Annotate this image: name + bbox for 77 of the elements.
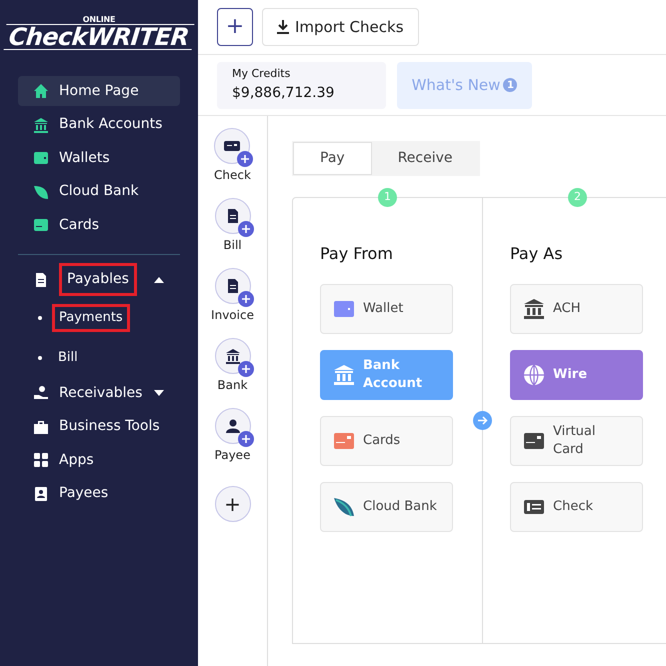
bullet-icon: [38, 356, 42, 360]
sidebar-label: Payees: [59, 484, 108, 503]
sidebar-label: Cards: [59, 216, 100, 234]
add-more-button[interactable]: +: [214, 486, 250, 522]
person-icon: [224, 418, 240, 434]
sidebar-label: Cloud Bank: [59, 182, 139, 201]
sidebar-label: Receivables: [59, 384, 142, 402]
check-icon: [224, 138, 240, 154]
download-icon: [277, 20, 289, 34]
plus-badge-icon: [238, 221, 254, 237]
bank-icon: [224, 348, 240, 364]
caret-icon[interactable]: [154, 276, 164, 282]
payment-option[interactable]: Wallet: [320, 284, 453, 334]
sidebar-label: Home Page: [59, 82, 139, 100]
payment-option[interactable]: Wire: [510, 350, 643, 400]
contact-book-icon: [33, 486, 49, 502]
import-checks-button[interactable]: Import Checks: [262, 8, 419, 46]
bank-icon: [523, 298, 545, 320]
sidebar-label: Bill: [58, 349, 78, 368]
payment-option[interactable]: Cloud Bank: [320, 482, 453, 532]
tab[interactable]: Pay: [293, 142, 372, 175]
card-icon: [33, 217, 49, 233]
wallet-icon: [333, 298, 355, 320]
arrow-right-icon: [473, 411, 492, 430]
plus-badge-icon: [238, 291, 254, 307]
bank-icon: [333, 364, 355, 386]
tab[interactable]: Receive: [372, 142, 478, 175]
card-icon: [333, 430, 355, 452]
sidebar-item[interactable]: Cards: [18, 210, 180, 240]
sidebar-item[interactable]: Bank Accounts: [18, 110, 180, 140]
bullet-icon: [38, 316, 42, 320]
step-title: Pay As: [510, 243, 564, 265]
add-button[interactable]: +: [217, 8, 253, 46]
hand-coin-icon: [33, 385, 49, 401]
caret-icon[interactable]: [154, 390, 164, 396]
sidebar-item[interactable]: Business Tools: [18, 412, 180, 442]
sidebar-label: Bank Accounts: [59, 115, 162, 134]
sidebar-item[interactable]: Home Page: [18, 76, 180, 106]
sidebar-subitem[interactable]: Bill: [18, 338, 180, 378]
sidebar-label: Wallets: [59, 148, 110, 168]
logo-tagline: ONLINE: [82, 16, 116, 24]
globe-icon: [523, 364, 545, 386]
sidebar-item[interactable]: Apps: [18, 445, 180, 475]
card-icon: [523, 430, 545, 452]
quick-add-button[interactable]: Invoice: [211, 268, 254, 338]
credits-value: $9,886,712.39: [232, 84, 336, 103]
sidebar-label: Apps: [59, 450, 94, 470]
sidebar-label: Business Tools: [59, 417, 160, 436]
count-badge: 1: [503, 78, 518, 92]
step-number: 2: [568, 188, 587, 207]
sidebar-item[interactable]: Receivables: [18, 378, 180, 408]
sidebar-item[interactable]: Payees: [18, 478, 180, 508]
sidebar-item[interactable]: Payables: [18, 264, 180, 294]
apps-icon: [33, 452, 49, 468]
leaf-icon: [33, 184, 49, 200]
plus-badge-icon: [238, 361, 254, 377]
step-title: Pay From: [320, 243, 394, 265]
logo: CheckWRITER: [4, 24, 194, 50]
plus-badge-icon: [237, 151, 254, 167]
home-icon: [33, 83, 49, 99]
leaf-icon: [333, 496, 355, 518]
plus-badge-icon: [238, 431, 254, 447]
payment-option[interactable]: Virtual Card: [510, 416, 643, 466]
sidebar-label: Payables: [59, 263, 137, 296]
toolbox-icon: [33, 418, 49, 434]
sidebar-label: Payments: [52, 304, 130, 332]
payment-option[interactable]: Cards: [320, 416, 453, 466]
sidebar-item[interactable]: Wallets: [18, 143, 180, 173]
credits-label: My Credits: [232, 66, 292, 82]
step-number: 1: [378, 188, 397, 207]
wallet-icon: [33, 150, 49, 166]
sidebar-subitem[interactable]: Payments: [18, 298, 180, 338]
payment-option[interactable]: ACH: [510, 284, 643, 334]
bank-icon: [33, 116, 49, 132]
sidebar-item[interactable]: Cloud Bank: [18, 176, 180, 206]
payment-option[interactable]: Check: [510, 482, 643, 532]
document-icon: [33, 272, 49, 288]
